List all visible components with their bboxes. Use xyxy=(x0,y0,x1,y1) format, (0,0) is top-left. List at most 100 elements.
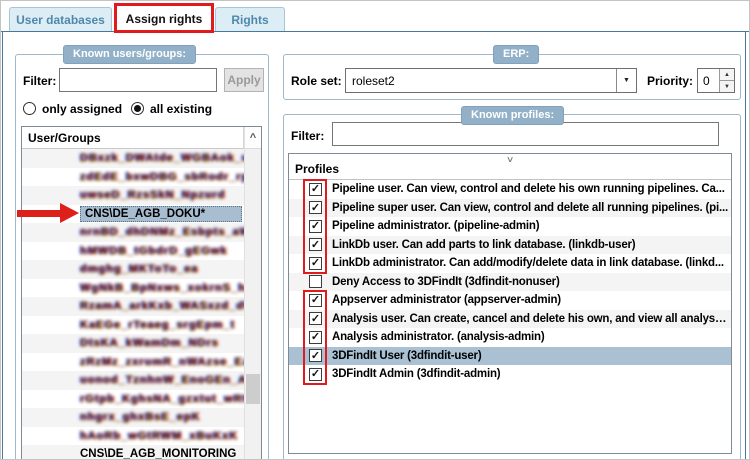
redacted-user-label: DBxzk_DWAtde_WGBAok_utpWa xyxy=(80,152,244,165)
profile-label: Appserver administrator (appserver-admin… xyxy=(332,294,561,307)
profile-row[interactable]: Deny Access to 3DFindIt (3dfindit-nonuse… xyxy=(289,272,731,291)
user-group-row[interactable]: DBxzk_DWAtde_WGBAok_utpWa xyxy=(22,149,244,168)
redacted-user-label: rGtpb_KghsNA_gzxtut_wRt xyxy=(80,392,244,405)
users-list-scrollbar[interactable]: ^ xyxy=(244,127,261,459)
checkbox-checked-icon[interactable]: ✓ xyxy=(309,330,322,344)
redacted-user-label: hMWDB_tGbdrD_gEGwk xyxy=(80,244,228,257)
role-set-label: Role set: xyxy=(291,74,342,88)
profile-row[interactable]: ✓ Analysis user. Can create, cancel and d… xyxy=(289,309,731,328)
user-group-row[interactable]: nhgrx_ghxBsE_epK xyxy=(22,408,244,427)
redacted-user-label: uwseD_RzsSkN_Npzurd xyxy=(80,189,226,202)
spin-up-icon[interactable]: ▲ xyxy=(720,69,734,81)
user-group-row[interactable]: zdEdE_bxwDBG_sbRodr_rpz xyxy=(22,168,244,187)
checkbox-checked-icon[interactable]: ✓ xyxy=(309,293,322,307)
profiles-rows: ✓ Pipeline user. Can view, control and de… xyxy=(289,180,731,453)
profile-label: Analysis administrator. (analysis-admin) xyxy=(332,331,545,344)
checkbox-checked-icon[interactable]: ✓ xyxy=(309,349,322,363)
profile-label: LinkDb administrator. Can add/modify/del… xyxy=(332,257,724,270)
priority-value: 0 xyxy=(703,73,710,88)
red-arrow-annotation xyxy=(17,210,61,217)
profile-label: Pipeline administrator. (pipeline-admin) xyxy=(332,220,540,233)
user-group-row[interactable]: WgNkB_BpNxws_xokrnS_hAw xyxy=(22,279,244,298)
red-arrow-head-icon xyxy=(60,203,79,223)
redacted-user-label: nhgrx_ghxBsE_epK xyxy=(80,411,201,424)
role-set-value: roleset2 xyxy=(352,73,395,88)
checkbox-checked-icon[interactable]: ✓ xyxy=(309,182,322,196)
profiles-column-header[interactable]: Profiles ∨ xyxy=(289,154,731,180)
checkbox-checked-icon[interactable]: ✓ xyxy=(309,367,322,381)
role-set-dropdown[interactable]: roleset2 ▼ xyxy=(345,68,637,93)
profile-label: LinkDb user. Can add parts to link datab… xyxy=(332,238,636,251)
tab-rights[interactable]: Rights xyxy=(215,7,285,31)
checkbox-checked-icon[interactable]: ✓ xyxy=(309,219,322,233)
apply-button[interactable]: Apply xyxy=(224,68,264,92)
known-users-groups-title: Known users/groups: xyxy=(63,45,197,64)
user-group-row[interactable]: zRzMz_zxrumR_nWAzse_EAWszM xyxy=(22,353,244,372)
profile-row[interactable]: ✓ Analysis administrator. (analysis-admin… xyxy=(289,328,731,347)
redacted-user-label: KaEGe_rTeaeg_srgEpm_t xyxy=(80,318,236,331)
redacted-user-label: nrnBD_dhDNMz_Esbpts_aW xyxy=(80,226,244,239)
profile-row[interactable]: ✓ LinkDb user. Can add parts to link data… xyxy=(289,235,731,254)
spin-down-icon[interactable]: ▼ xyxy=(720,81,734,92)
radio-all-existing[interactable] xyxy=(131,102,144,115)
checkbox-unchecked-icon[interactable] xyxy=(309,275,322,289)
user-group-row[interactable]: uwseD_RzsSkN_Npzurd xyxy=(22,186,244,205)
redacted-user-label: RzamA_arkKxb_WASxzd_dWGos xyxy=(80,300,244,313)
erp-title: ERP: xyxy=(493,45,540,64)
profile-row[interactable]: ✓ Pipeline administrator. (pipeline-admin… xyxy=(289,217,731,236)
user-groups-list[interactable]: User/Groups DBxzk_DWAtde_WGBAok_utpWa zdE… xyxy=(21,126,262,460)
checkbox-checked-icon[interactable]: ✓ xyxy=(309,201,322,215)
scroll-up-icon[interactable]: ^ xyxy=(245,127,261,149)
user-group-label: CNS\DE_AGB_MONITORING xyxy=(80,448,237,460)
page-border-left xyxy=(2,31,3,459)
checkbox-checked-icon[interactable]: ✓ xyxy=(309,312,322,326)
user-group-row[interactable]: hMWDB_tGbdrD_gEGwk xyxy=(22,242,244,261)
profile-label: Pipeline super user. Can view, control a… xyxy=(332,201,728,214)
priority-label: Priority: xyxy=(647,74,694,88)
user-group-row[interactable]: rGtpb_KghsNA_gzxtut_wRt xyxy=(22,390,244,409)
profile-label: 3DFindIt Admin (3dfindit-admin) xyxy=(332,368,501,381)
tab-user-databases[interactable]: User databases xyxy=(9,7,112,31)
profile-row[interactable]: ✓ 3DFindIt Admin (3dfindit-admin) xyxy=(289,365,731,384)
radio-only-assigned-label[interactable]: only assigned xyxy=(42,102,122,116)
scrollbar-thumb[interactable] xyxy=(246,374,260,404)
users-filter-input[interactable] xyxy=(59,68,217,92)
profile-row[interactable]: ✓ Pipeline super user. Can view, control … xyxy=(289,198,731,217)
priority-spinner[interactable]: 0 ▲ ▼ xyxy=(697,68,735,93)
user-group-row[interactable]: RzamA_arkKxb_WASxzd_dWGos xyxy=(22,297,244,316)
profiles-filter-input[interactable] xyxy=(332,122,719,146)
dropdown-arrow-icon[interactable]: ▼ xyxy=(616,69,636,92)
tabstrip-divider xyxy=(1,31,749,32)
profiles-filter-label: Filter: xyxy=(291,129,325,143)
profile-row[interactable]: ✓ Pipeline user. Can view, control and de… xyxy=(289,180,731,199)
user-group-row[interactable]: KaEGe_rTeaeg_srgEpm_t xyxy=(22,316,244,335)
radio-all-existing-label[interactable]: all existing xyxy=(150,102,212,116)
user-group-row[interactable]: dmghg_MKToTo_ea xyxy=(22,260,244,279)
profile-row[interactable]: ✓ Appserver administrator (appserver-admi… xyxy=(289,291,731,310)
redacted-user-label: zRzMz_zxrumR_nWAzse_EAWszM xyxy=(80,355,244,368)
redacted-user-label: dmghg_MKToTo_ea xyxy=(80,263,199,276)
users-filter-label: Filter: xyxy=(23,74,57,88)
user-groups-column-header[interactable]: User/Groups xyxy=(22,127,244,149)
redacted-user-label: hAoRb_wGtRWM_xBuKxK xyxy=(80,429,239,442)
redacted-user-label: uonod_TznhnW_EnoGEn_AwkmA xyxy=(80,374,244,387)
profile-row[interactable]: ✓ 3DFindIt User (3dfindit-user) xyxy=(289,346,731,365)
profiles-header-label: Profiles xyxy=(295,162,340,176)
checkbox-checked-icon[interactable]: ✓ xyxy=(309,256,322,270)
chevron-down-icon: ∨ xyxy=(505,155,515,165)
profile-label: 3DFindIt User (3dfindit-user) xyxy=(332,349,482,362)
user-group-row[interactable]: uonod_TznhnW_EnoGEn_AwkmA xyxy=(22,371,244,390)
profile-row[interactable]: ✓ LinkDb administrator. Can add/modify/de… xyxy=(289,254,731,273)
profiles-list[interactable]: Profiles ∨ ✓ Pipeline user. Can view, con… xyxy=(288,153,732,454)
checkbox-checked-icon[interactable]: ✓ xyxy=(309,238,322,252)
tab-assign-rights[interactable]: Assign rights xyxy=(116,4,212,32)
user-group-label: CNS\DE_AGB_DOKU* xyxy=(80,205,242,222)
profile-label: Pipeline user. Can view, control and del… xyxy=(332,183,725,196)
redacted-user-label: zdEdE_bxwDBG_sbRodr_rpz xyxy=(80,170,244,183)
known-profiles-title: Known profiles: xyxy=(461,106,565,125)
user-group-row[interactable]: nrnBD_dhDNMz_Esbpts_aW xyxy=(22,223,244,242)
user-group-row[interactable]: hAoRb_wGtRWM_xBuKxK xyxy=(22,427,244,446)
user-group-row[interactable]: DtsKA_kWamDm_NDrs xyxy=(22,334,244,353)
radio-only-assigned[interactable] xyxy=(23,102,36,115)
user-group-row[interactable]: CNS\DE_AGB_MONITORING xyxy=(22,445,244,460)
